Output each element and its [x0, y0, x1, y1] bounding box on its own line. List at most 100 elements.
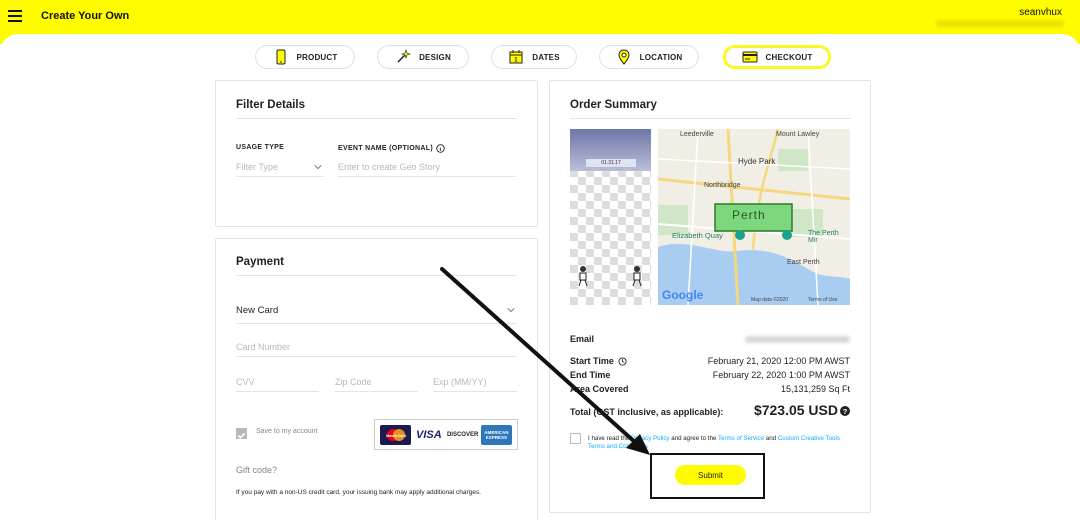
user-email-redacted [936, 20, 1064, 27]
tab-label: CHECKOUT [765, 52, 813, 62]
divider [570, 118, 851, 119]
end-time-value: February 22, 2020 1:00 PM AWST [712, 370, 850, 380]
agree-and: and [765, 435, 777, 442]
submit-button[interactable]: Submit [675, 465, 746, 485]
card-select[interactable]: New Card [236, 302, 517, 324]
tab-label: LOCATION [639, 52, 683, 62]
username[interactable]: seanvhux [1019, 7, 1062, 18]
svg-text:?: ? [843, 407, 848, 416]
email-value-redacted [745, 336, 850, 343]
clock-icon[interactable] [618, 356, 627, 366]
card-number-input[interactable]: Card Number [236, 339, 517, 357]
end-time-label: End Time [570, 370, 611, 380]
area-value: 15,131,259 Sq Ft [780, 384, 850, 394]
panel-title: Payment [236, 256, 284, 268]
agree-prefix: I have read the [588, 435, 630, 442]
card-number-placeholder: Card Number [236, 342, 291, 352]
svg-text:1: 1 [514, 58, 518, 64]
order-summary-panel: Order Summary 01.31.17 Leederville Mount… [549, 80, 871, 513]
filter-date: 01.31.17 [586, 159, 636, 167]
filter-preview: 01.31.17 [570, 129, 651, 305]
agree-terms-checkbox[interactable] [570, 433, 581, 444]
chevron-down-icon [507, 308, 515, 313]
tab-product[interactable]: PRODUCT [255, 45, 355, 69]
map-label: Northbridge [704, 182, 741, 189]
agree-terms-text: I have read the Privacy Policy and agree… [588, 435, 850, 451]
start-time-label-group: Start Time [570, 356, 627, 366]
map-terms-link[interactable]: Terms of Use [808, 297, 837, 303]
event-name-input[interactable]: Enter to create Geo Story [338, 159, 516, 177]
payment-panel: Payment New Card Card Number CVV Zip Cod… [215, 238, 538, 520]
tab-dates[interactable]: 1 DATES [491, 45, 577, 69]
map-label: Elizabeth Quay [672, 231, 723, 240]
location-pin-icon [618, 49, 630, 65]
map-label: Leederville [680, 131, 714, 138]
app-title: Create Your Own [41, 10, 130, 22]
usage-type-label: USAGE TYPE [236, 144, 285, 151]
help-icon[interactable]: ? [840, 406, 850, 416]
google-logo: Google [662, 288, 704, 302]
map-label: The Perth Mir [808, 230, 839, 244]
save-card-checkbox[interactable] [236, 428, 247, 439]
divider [236, 118, 517, 119]
tab-label: DATES [532, 52, 560, 62]
area-label: Area Covered [570, 384, 629, 394]
menu-icon[interactable] [8, 10, 22, 22]
map-label-perth: Perth [732, 208, 766, 222]
start-time-value: February 21, 2020 12:00 PM AWST [707, 356, 850, 366]
map-label: Mount Lawley [776, 131, 820, 138]
zip-code-input[interactable]: Zip Code [335, 374, 418, 392]
email-label: Email [570, 334, 595, 344]
foreign-card-notice: If you pay with a non-US credit card, yo… [236, 489, 481, 496]
agree-mid: and agree to the [671, 435, 717, 442]
location-map[interactable]: Leederville Mount Lawley Hyde Park North… [658, 129, 850, 305]
annotation-arrow [440, 267, 650, 455]
info-icon[interactable]: i [436, 144, 445, 153]
expiry-input[interactable]: Exp (MM/YY) [433, 374, 517, 392]
save-card-label: Save to my account [256, 428, 318, 435]
phone-icon [276, 49, 286, 65]
usage-type-select[interactable]: Filter Type [236, 159, 324, 177]
map-data-credit: Map data ©2020 [751, 297, 789, 303]
svg-text:i: i [440, 147, 442, 153]
visa-logo: VISA [413, 424, 445, 445]
event-name-label: EVENT NAME (OPTIONAL) i [338, 144, 445, 153]
mastercard-text: MasterCard [386, 434, 406, 438]
expiry-placeholder: Exp (MM/YY) [433, 377, 487, 387]
cvv-placeholder: CVV [236, 377, 255, 387]
tab-checkout[interactable]: CHECKOUT [723, 45, 831, 69]
magic-wand-icon [397, 49, 412, 63]
total-row: Total (GST inclusive, as applicable): $7… [570, 402, 850, 421]
amex-logo: AMERICAN EXPRESS [480, 424, 512, 445]
map-label: East Perth [787, 259, 820, 266]
character-icon [632, 266, 642, 287]
tab-label: DESIGN [419, 52, 451, 62]
discover-logo: DISCOVER [446, 424, 479, 445]
tab-design[interactable]: DESIGN [377, 45, 469, 69]
privacy-policy-link[interactable]: Privacy Policy [631, 435, 670, 442]
checkmark-icon [237, 432, 246, 439]
character-icon [578, 266, 588, 287]
start-time-label: Start Time [570, 356, 614, 366]
total-value: $723.05 USD [753, 402, 838, 418]
credit-card-icon [742, 51, 758, 63]
usage-type-value: Filter Type [236, 162, 278, 172]
map-label: Hyde Park [738, 157, 776, 166]
terms-of-service-link[interactable]: Terms of Service [718, 435, 764, 442]
checkout-steps: PRODUCT DESIGN 1 DATES LOCATION CHECKOUT [0, 45, 1080, 71]
accepted-cards: MasterCard VISA DISCOVER AMERICAN EXPRES… [374, 419, 518, 450]
tab-label: PRODUCT [296, 52, 338, 62]
tab-location[interactable]: LOCATION [599, 45, 699, 69]
mastercard-logo: MasterCard [380, 424, 412, 445]
calendar-icon: 1 [509, 50, 523, 64]
chevron-down-icon [314, 165, 322, 170]
event-name-placeholder: Enter to create Geo Story [338, 162, 441, 172]
gift-code-link[interactable]: Gift code? [236, 465, 277, 475]
filter-details-panel: Filter Details USAGE TYPE EVENT NAME (OP… [215, 80, 538, 227]
event-name-label-text: EVENT NAME (OPTIONAL) [338, 145, 433, 152]
panel-title: Order Summary [570, 99, 657, 111]
card-select-value: New Card [236, 305, 279, 316]
cvv-input[interactable]: CVV [236, 374, 319, 392]
divider [236, 275, 517, 276]
panel-title: Filter Details [236, 99, 306, 111]
